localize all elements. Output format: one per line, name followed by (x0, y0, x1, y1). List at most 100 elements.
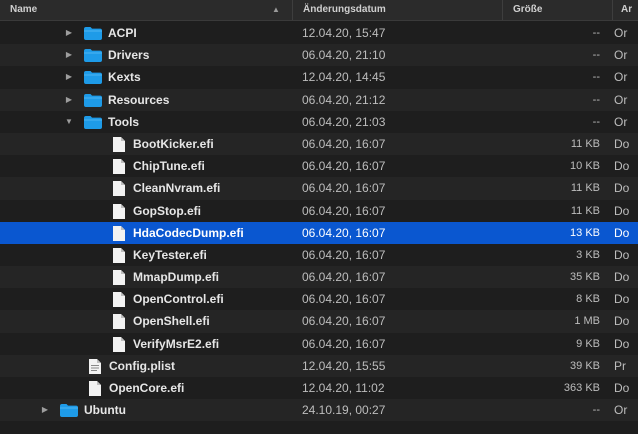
file-size: -- (592, 404, 600, 417)
file-name: CleanNvram.efi (133, 181, 221, 196)
folder-icon (60, 404, 78, 418)
document-icon (113, 336, 125, 352)
file-size: 9 KB (576, 337, 600, 350)
file-list: ▶ ACPI 12.04.20, 15:47 -- Or ▶ Drivers 06.04.20… (0, 22, 638, 422)
folder-icon (84, 93, 102, 107)
modified-date: 12.04.20, 15:55 (302, 358, 386, 373)
file-size: 11 KB (570, 182, 600, 195)
file-size: -- (592, 93, 600, 106)
modified-date: 06.04.20, 16:07 (302, 225, 386, 240)
modified-date: 24.10.19, 00:27 (302, 403, 386, 418)
file-kind: Do (614, 336, 630, 351)
file-row[interactable]: ▶ Kexts 12.04.20, 14:45 -- Or (0, 66, 638, 88)
file-size: 11 KB (570, 204, 600, 217)
modified-date: 12.04.20, 14:45 (302, 70, 386, 85)
file-row[interactable]: ChipTune.efi 06.04.20, 16:07 10 KB Do (0, 155, 638, 177)
file-kind: Do (614, 203, 630, 218)
file-row[interactable]: OpenCore.efi 12.04.20, 11:02 363 KB Do (0, 377, 638, 399)
file-size: 363 KB (563, 382, 600, 394)
file-kind: Do (614, 247, 630, 262)
sort-ascending-icon[interactable]: ▲ (272, 0, 280, 20)
disclosure-collapsed-icon[interactable]: ▶ (40, 399, 50, 421)
file-size: -- (592, 49, 600, 62)
file-kind: Do (614, 381, 630, 395)
file-kind: Do (614, 136, 630, 151)
file-kind: Do (614, 314, 630, 329)
file-row[interactable]: OpenShell.efi 06.04.20, 16:07 1 MB Do (0, 310, 638, 333)
file-name: Drivers (108, 48, 150, 63)
column-header-kind[interactable]: Ar (612, 0, 638, 20)
document-icon (113, 181, 125, 197)
file-kind: Or (614, 92, 628, 107)
file-name: MmapDump.efi (133, 270, 220, 285)
file-row[interactable]: ▼ Tools 06.04.20, 21:03 -- Or (0, 111, 638, 133)
file-name: KeyTester.efi (133, 247, 207, 262)
document-icon (113, 292, 125, 308)
file-row[interactable]: OpenControl.efi 06.04.20, 16:07 8 KB Do (0, 288, 638, 310)
file-row[interactable]: VerifyMsrE2.efi 06.04.20, 16:07 9 KB Do (0, 333, 638, 355)
file-row[interactable]: ▶ Resources 06.04.20, 21:12 -- Or (0, 88, 638, 111)
file-row[interactable]: ▶ Drivers 06.04.20, 21:10 -- Or (0, 44, 638, 67)
file-name: Kexts (108, 70, 141, 85)
file-size: -- (592, 115, 600, 128)
file-name: VerifyMsrE2.efi (133, 336, 220, 351)
finder-list-view: Name ▲ Änderungsdatum Größe Ar ▶ ACPI 12.0… (0, 0, 638, 434)
column-header-bar: Name ▲ Änderungsdatum Größe Ar (0, 0, 638, 21)
file-kind: Do (614, 292, 630, 307)
file-name: BootKicker.efi (133, 136, 214, 151)
file-size: 3 KB (576, 248, 600, 261)
file-size: -- (592, 71, 600, 84)
file-name: ChipTune.efi (133, 159, 205, 174)
document-icon (113, 247, 125, 263)
modified-date: 06.04.20, 21:03 (302, 114, 386, 129)
file-row[interactable]: BootKicker.efi 06.04.20, 16:07 11 KB Do (0, 132, 638, 156)
file-kind: Pr (614, 358, 626, 373)
folder-icon (84, 49, 102, 63)
modified-date: 06.04.20, 16:07 (302, 181, 386, 196)
disclosure-collapsed-icon[interactable]: ▶ (64, 89, 74, 111)
file-kind: Do (614, 225, 630, 240)
file-size: 39 KB (570, 359, 600, 372)
file-row[interactable]: KeyTester.efi 06.04.20, 16:07 3 KB Do (0, 244, 638, 266)
document-icon (89, 381, 101, 396)
file-size: 10 KB (570, 160, 600, 173)
column-header-name[interactable]: Name (10, 0, 290, 20)
file-kind: Do (614, 270, 630, 285)
modified-date: 06.04.20, 16:07 (302, 270, 386, 285)
file-kind: Or (614, 26, 628, 40)
file-row[interactable]: ▶ Ubuntu 24.10.19, 00:27 -- Or (0, 399, 638, 422)
file-row[interactable]: HdaCodecDump.efi 06.04.20, 16:07 13 KB Do (0, 221, 638, 244)
folder-icon (84, 27, 102, 40)
modified-date: 06.04.20, 21:10 (302, 48, 386, 63)
file-row[interactable]: MmapDump.efi 06.04.20, 16:07 35 KB Do (0, 266, 638, 289)
disclosure-collapsed-icon[interactable]: ▶ (64, 44, 74, 66)
file-kind: Do (614, 181, 630, 196)
file-kind: Or (614, 114, 628, 129)
disclosure-expanded-icon[interactable]: ▼ (64, 111, 74, 133)
modified-date: 06.04.20, 16:07 (302, 203, 386, 218)
file-kind: Or (614, 403, 628, 418)
file-name: ACPI (108, 26, 137, 40)
column-header-date[interactable]: Änderungsdatum (292, 0, 511, 20)
file-size: 13 KB (570, 226, 600, 239)
disclosure-collapsed-icon[interactable]: ▶ (64, 22, 74, 44)
file-size: -- (592, 27, 600, 39)
file-size: 35 KB (570, 271, 600, 284)
modified-date: 06.04.20, 16:07 (302, 159, 386, 174)
document-icon (113, 314, 125, 330)
file-row[interactable]: CleanNvram.efi 06.04.20, 16:07 11 KB Do (0, 177, 638, 200)
file-row[interactable]: ▶ ACPI 12.04.20, 15:47 -- Or (0, 22, 638, 44)
modified-date: 06.04.20, 21:12 (302, 92, 386, 107)
column-header-size[interactable]: Größe (502, 0, 623, 20)
file-name: OpenCore.efi (109, 381, 185, 395)
plist-document-icon (89, 358, 101, 374)
file-row[interactable]: Config.plist 12.04.20, 15:55 39 KB Pr (0, 354, 638, 377)
file-row[interactable]: GopStop.efi 06.04.20, 16:07 11 KB Do (0, 200, 638, 222)
file-name: Resources (108, 92, 170, 107)
modified-date: 06.04.20, 16:07 (302, 247, 386, 262)
disclosure-collapsed-icon[interactable]: ▶ (64, 66, 74, 88)
file-kind: Do (614, 159, 630, 174)
file-name: Tools (108, 114, 140, 129)
modified-date: 12.04.20, 11:02 (302, 381, 385, 395)
document-icon (113, 136, 125, 152)
